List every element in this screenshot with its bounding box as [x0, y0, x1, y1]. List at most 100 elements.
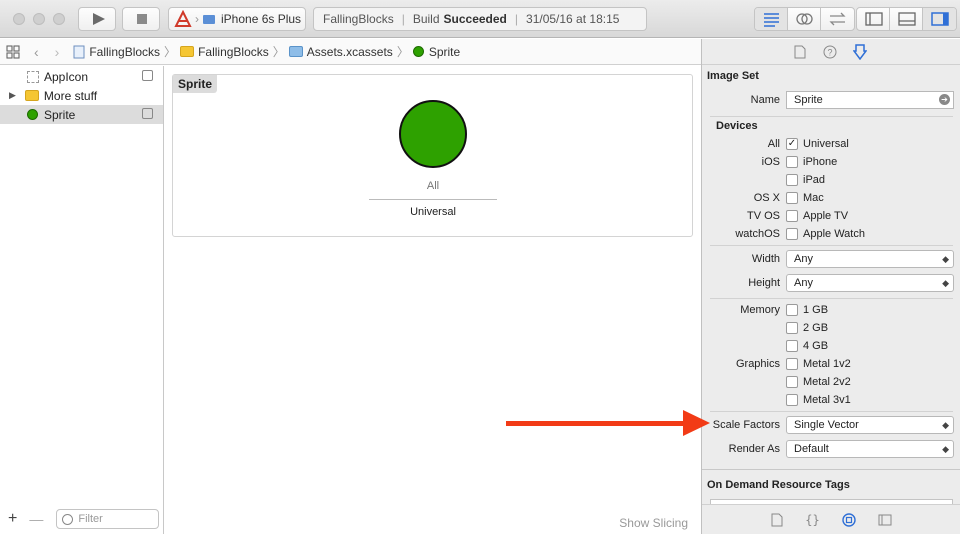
run-button[interactable] — [78, 7, 116, 31]
toggle-debug-area-button[interactable] — [890, 8, 923, 30]
editor-mode-control — [754, 7, 855, 31]
list-item-more-stuff[interactable]: ▶ More stuff — [0, 86, 163, 105]
lines-icon — [764, 13, 779, 27]
updown-chevron-icon: ◆ — [942, 444, 949, 454]
breadcrumb-project[interactable]: FallingBlocks — [73, 45, 160, 59]
device-label: OS X — [753, 192, 780, 204]
arrow-circle-icon[interactable]: ➔ — [939, 94, 950, 105]
activity-separator-2: | — [514, 12, 519, 26]
library-tabs: {} — [702, 504, 960, 534]
popup-value: Default — [794, 443, 829, 455]
jump-bar: ‹ › FallingBlocks 〉 FallingBlocks 〉 Asse… — [0, 39, 701, 65]
checkbox-label: 1 GB — [803, 304, 829, 316]
media-library-icon[interactable] — [878, 513, 892, 527]
folder-icon — [180, 46, 195, 57]
sprite-badge-icon — [142, 108, 153, 119]
slot-caption: Universal — [410, 206, 456, 218]
popup-value: Any — [794, 277, 813, 289]
project-file-icon — [73, 45, 85, 58]
bottom-panel-icon — [898, 12, 916, 26]
name-value: Sprite — [794, 94, 823, 106]
name-field[interactable]: Sprite ➔ — [786, 91, 954, 109]
version-editor-button[interactable] — [821, 8, 854, 30]
memory-1gb-checkbox[interactable] — [786, 304, 798, 316]
toggle-inspector-button[interactable] — [923, 8, 956, 30]
show-slicing-button[interactable]: Show Slicing — [619, 516, 688, 530]
asset-navigator: AppIcon ▶ More stuff Sprite + — Filter — [0, 66, 164, 534]
related-items-icon[interactable] — [6, 44, 20, 59]
stop-icon — [137, 14, 147, 24]
scale-factors-popup[interactable]: Single Vector ◆ — [786, 416, 954, 434]
device-label: watchOS — [735, 228, 780, 240]
back-arrow-icon[interactable]: ‹ — [34, 44, 39, 60]
forward-arrow-icon[interactable]: › — [55, 44, 60, 60]
ipad-checkbox[interactable] — [786, 174, 798, 186]
standard-editor-button[interactable] — [755, 8, 788, 30]
checkbox-label: Metal 2v2 — [803, 376, 851, 388]
scheme-target-label: iPhone 6s Plus — [221, 12, 302, 26]
rings-icon — [796, 13, 813, 25]
window-toolbar: › iPhone 6s Plus FallingBlocks | Build S… — [0, 0, 960, 38]
stop-button[interactable] — [122, 7, 160, 31]
height-popup[interactable]: Any ◆ — [786, 274, 954, 292]
name-label: Name — [750, 94, 780, 106]
iphone-checkbox[interactable] — [786, 156, 798, 168]
universal-checkbox[interactable]: ✓ — [786, 138, 798, 150]
right-panel-icon — [931, 12, 949, 26]
updown-chevron-icon: ◆ — [942, 278, 949, 288]
metal-1v2-checkbox[interactable] — [786, 358, 798, 370]
activity-project: FallingBlocks — [323, 12, 394, 26]
image-set-box[interactable]: Sprite All Universal — [172, 74, 693, 237]
file-template-icon[interactable] — [771, 513, 783, 527]
width-popup[interactable]: Any ◆ — [786, 250, 954, 268]
appicon-badge-icon — [142, 70, 153, 81]
scheme-selector[interactable]: › iPhone 6s Plus — [168, 7, 306, 31]
device-label: TV OS — [746, 210, 780, 222]
list-item-appicon[interactable]: AppIcon — [0, 67, 163, 86]
mac-checkbox[interactable] — [786, 192, 798, 204]
attributes-inspector-icon[interactable] — [853, 44, 867, 60]
metal-2v2-checkbox[interactable] — [786, 376, 798, 388]
close-window-button[interactable] — [13, 13, 25, 25]
breadcrumb-assets[interactable]: Assets.xcassets — [288, 44, 393, 59]
render-as-popup[interactable]: Default ◆ — [786, 440, 954, 458]
file-inspector-icon[interactable] — [794, 45, 806, 59]
updown-chevron-icon: ◆ — [942, 420, 949, 430]
memory-2gb-checkbox[interactable] — [786, 322, 798, 334]
breadcrumb-group[interactable]: FallingBlocks — [180, 45, 269, 59]
object-library-icon[interactable] — [842, 512, 856, 527]
slot-label: All — [426, 180, 440, 192]
help-icon[interactable]: ? — [823, 45, 837, 59]
breadcrumb-sprite[interactable]: Sprite — [412, 45, 460, 59]
sprite-dot-icon — [412, 46, 424, 57]
code-snippet-icon[interactable]: {} — [805, 513, 819, 527]
navigator-footer: + — Filter — [0, 504, 164, 534]
width-label: Width — [751, 253, 780, 265]
device-icon — [203, 15, 215, 24]
assistant-editor-button[interactable] — [788, 8, 821, 30]
apple-tv-checkbox[interactable] — [786, 210, 798, 222]
svg-text:?: ? — [827, 48, 832, 58]
breadcrumb-label: Assets.xcassets — [306, 44, 393, 59]
filter-placeholder: Filter — [78, 513, 103, 525]
activity-viewer: FallingBlocks | Build Succeeded | 31/05/… — [313, 7, 647, 31]
remove-icon[interactable]: — — [29, 511, 43, 527]
attributes-inspector: ? Image Set Name Sprite ➔ Devices All ✓ … — [701, 39, 960, 534]
graphics-label: Graphics — [735, 358, 780, 370]
popup-value: Single Vector — [794, 419, 859, 431]
checkbox-label: iPhone — [803, 156, 838, 168]
minimize-window-button[interactable] — [33, 13, 45, 25]
memory-4gb-checkbox[interactable] — [786, 340, 798, 352]
zoom-window-button[interactable] — [53, 13, 65, 25]
add-icon[interactable]: + — [8, 510, 17, 528]
checkbox-label: Universal — [803, 138, 849, 150]
filter-field[interactable]: Filter — [56, 509, 160, 529]
metal-3v1-checkbox[interactable] — [786, 394, 798, 406]
toggle-navigator-button[interactable] — [857, 8, 890, 30]
left-panel-icon — [865, 12, 883, 26]
list-item-sprite[interactable]: Sprite — [0, 105, 163, 124]
apple-watch-checkbox[interactable] — [786, 228, 798, 240]
disclosure-triangle-icon[interactable]: ▶ — [9, 90, 16, 101]
checkbox-label: 4 GB — [803, 340, 829, 352]
sprite-image-well[interactable] — [399, 100, 467, 168]
